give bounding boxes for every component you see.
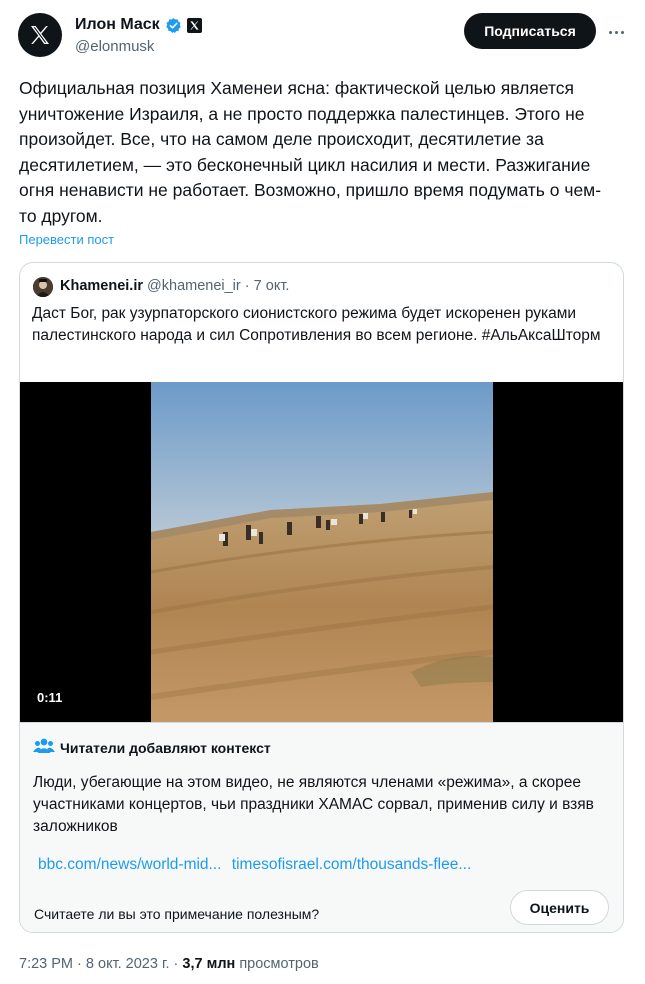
quote-header: Khamenei.ir @khamenei_ir · 7 окт. [60,278,289,294]
note-links: bbc.com/news/world-mid... timesofisrael.… [38,856,477,874]
quote-author-handle[interactable]: @khamenei_ir [147,278,241,294]
note-helpful-question: Считаете ли вы это примечание полезным? [34,906,320,922]
quote-separator: · [244,278,250,294]
author-name[interactable]: Илон Маск [75,16,160,34]
post-date[interactable]: 8 окт. 2023 г. [86,956,170,972]
meta-separator: · [77,956,82,972]
author-name-row[interactable]: Илон Маск [75,16,202,34]
x-logo-icon [31,26,49,44]
video-player[interactable]: 0:11 [20,382,623,722]
verified-badge-icon [165,17,181,33]
affiliate-x-icon [186,17,202,33]
views-label: просмотров [239,956,319,972]
rate-note-button[interactable]: Оценить [510,890,609,925]
subscribe-button[interactable]: Подписаться [464,13,596,49]
note-link-bbc[interactable]: bbc.com/news/world-mid... [38,856,221,873]
note-title: Читатели добавляют контекст [60,740,271,756]
people-icon [33,737,55,755]
quote-avatar[interactable] [33,277,53,297]
meta-separator: · [173,956,179,972]
video-frame [151,382,493,722]
community-note: Читатели добавляют контекст Люди, убегаю… [20,722,623,932]
more-options-icon[interactable] [606,22,626,42]
post-text: Официальная позиция Хаменеи ясна: фактич… [19,78,602,226]
views-count: 3,7 млн [182,956,236,972]
quoted-post[interactable]: Khamenei.ir @khamenei_ir · 7 окт. Даст Б… [19,262,624,933]
author-avatar[interactable] [18,13,62,57]
translate-post-link[interactable]: Перевести пост [19,232,114,247]
author-handle[interactable]: @elonmusk [75,38,154,55]
post-time[interactable]: 7:23 PM [19,956,73,972]
note-link-timesofisrael[interactable]: timesofisrael.com/thousands-flee... [232,856,472,873]
quote-author-name[interactable]: Khamenei.ir [60,278,143,294]
note-text: Люди, убегающие на этом видео, не являют… [33,774,594,835]
quote-text: Даст Бог, рак узурпаторского сионистског… [32,305,601,344]
quote-date[interactable]: 7 окт. [254,278,290,294]
post-meta: 7:23 PM · 8 окт. 2023 г. · 3,7 млн просм… [19,956,319,972]
video-timestamp: 0:11 [37,690,63,705]
